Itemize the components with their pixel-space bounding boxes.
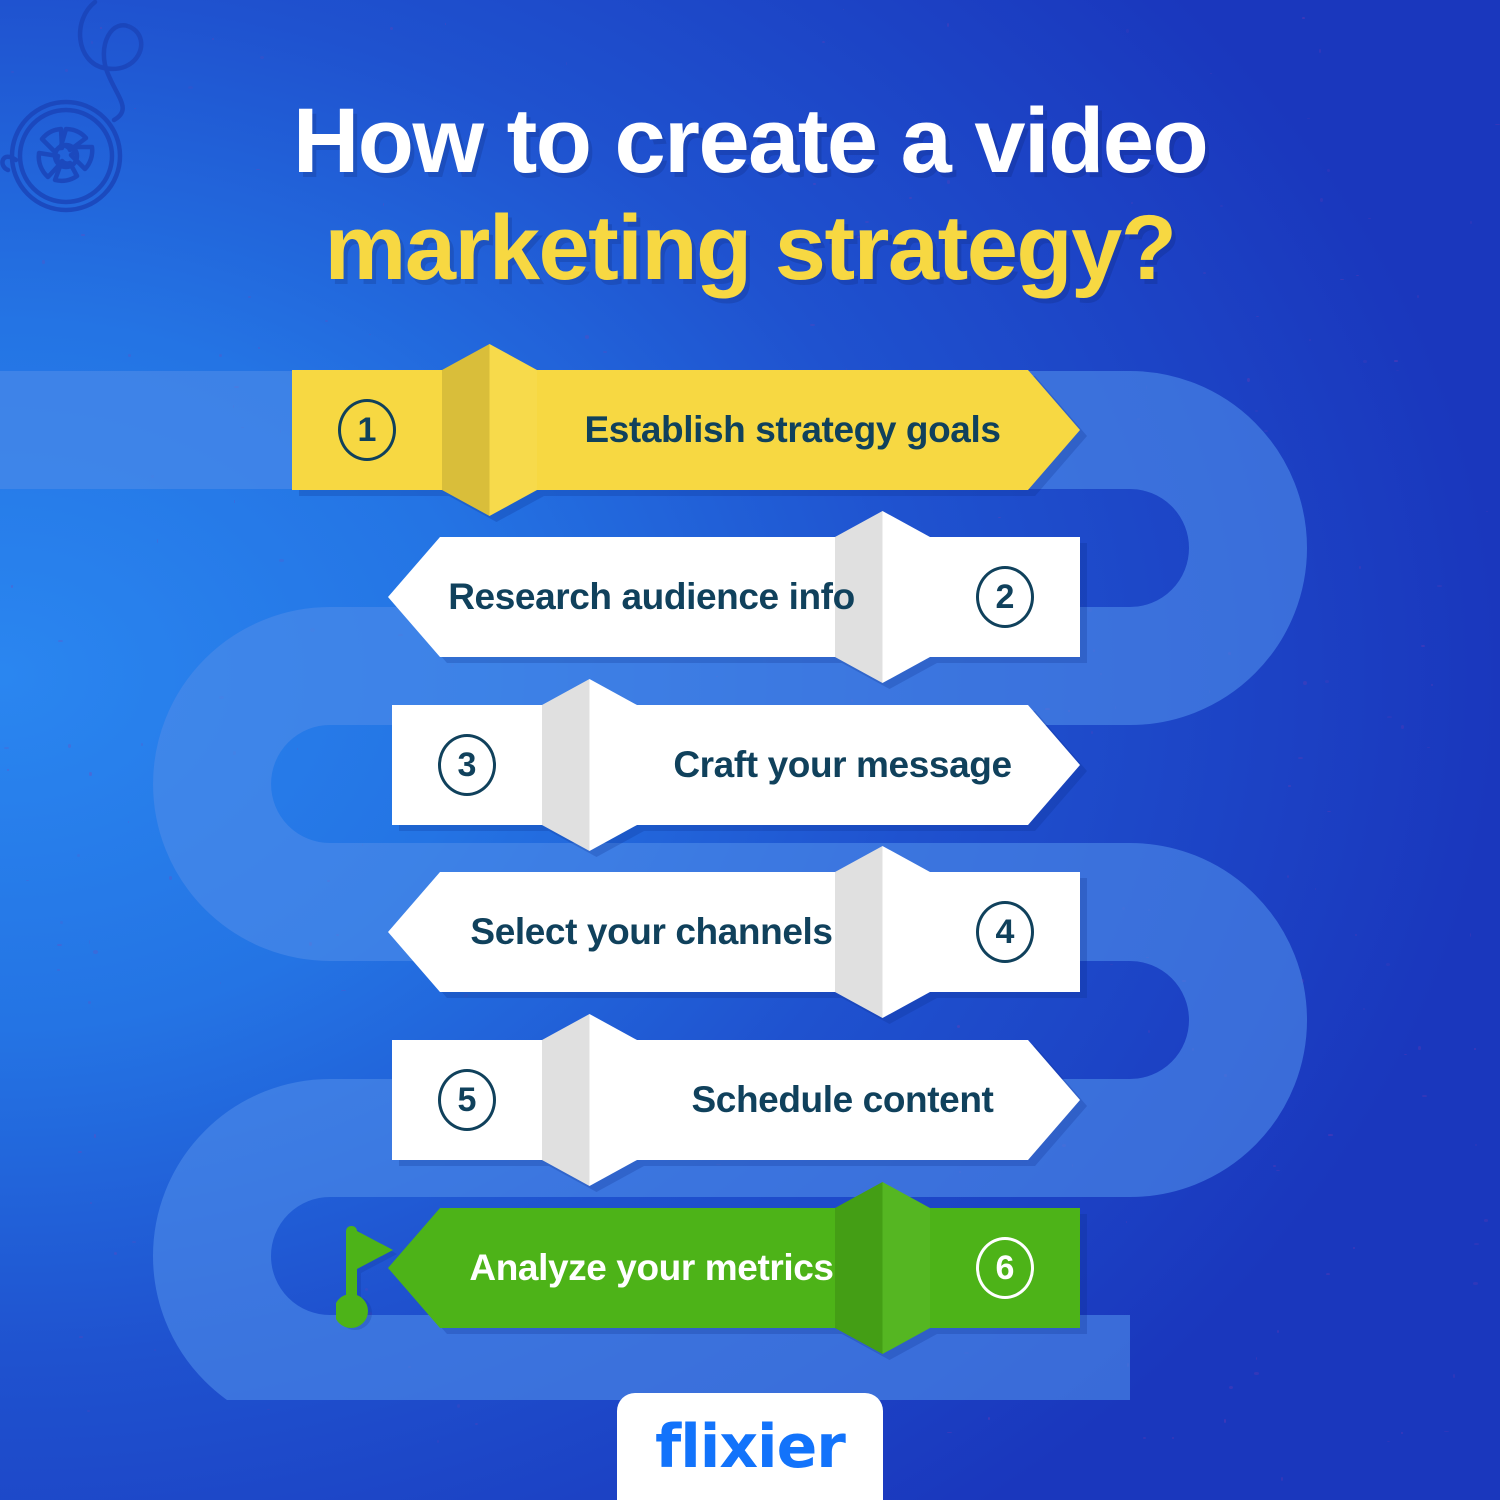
step-2[interactable]: Research audience info 2 [388,511,1087,689]
step-number-badge: 2 [930,537,1080,657]
step-number-text: 1 [338,399,396,461]
brand-logo-card[interactable]: flixier [617,1393,883,1500]
step-label: Schedule content [691,1079,994,1120]
step-label: Research audience info [448,576,855,617]
step-number-badge: 3 [392,705,542,825]
step-number-text: 2 [976,566,1034,628]
step-label: Select your channels [470,911,833,952]
step-number-text: 6 [976,1237,1034,1299]
brand-logo-text: flixier [655,1411,846,1482]
step-number-badge: 1 [292,370,442,490]
step-label: Analyze your metrics [469,1247,834,1288]
step-number-text: 4 [976,901,1034,963]
infographic-canvas: How to create a video marketing strategy… [0,0,1500,1500]
step-5[interactable]: Schedule content 5 [392,1014,1087,1192]
step-number-text: 3 [438,734,496,796]
step-1[interactable]: Establish strategy goals 1 [292,344,1087,522]
step-label: Craft your message [673,744,1012,785]
finish-flag-icon [336,1226,397,1330]
step-number-text: 5 [438,1069,496,1131]
steps-list: Establish strategy goals 1 Research audien… [0,0,1500,1500]
step-number-badge: 4 [930,872,1080,992]
step-3[interactable]: Craft your message 3 [392,679,1087,857]
step-label: Establish strategy goals [584,409,1001,450]
step-4[interactable]: Select your channels 4 [388,846,1087,1024]
step-number-badge: 6 [930,1208,1080,1328]
step-number-badge: 5 [392,1040,542,1160]
step-6[interactable]: Analyze your metrics 6 [388,1182,1087,1360]
